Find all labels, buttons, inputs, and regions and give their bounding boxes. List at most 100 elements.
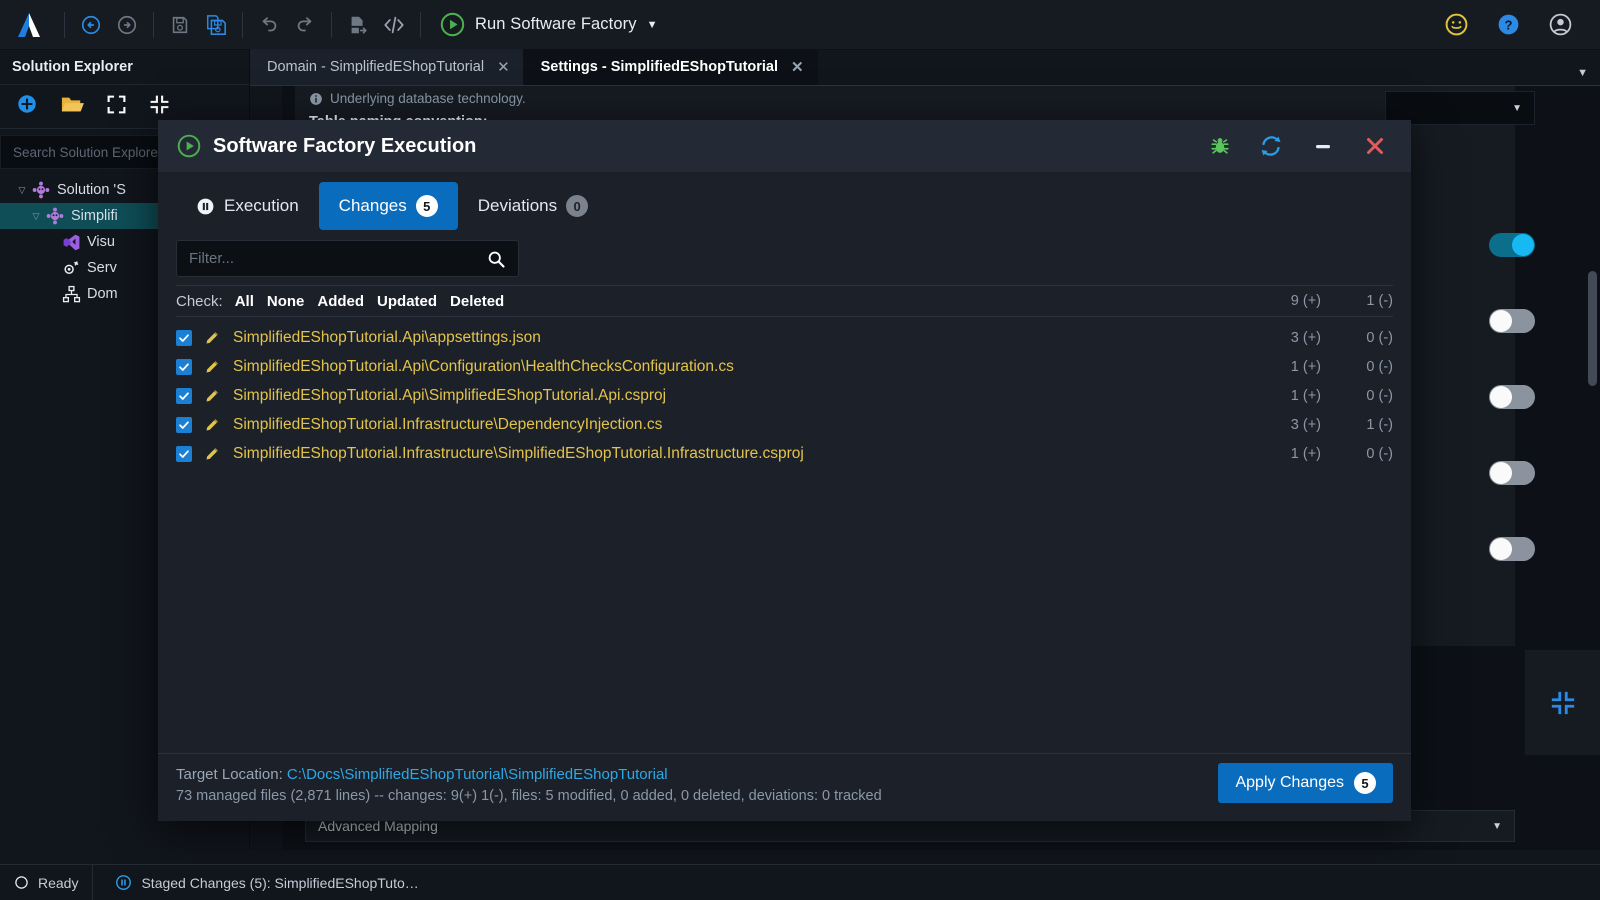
- apply-changes-label: Apply Changes: [1235, 774, 1344, 791]
- tab-deviations[interactable]: Deviations 0: [458, 182, 608, 230]
- arrow-left-circle-icon: [81, 15, 101, 34]
- code-brackets-icon: [384, 16, 404, 33]
- refresh-button[interactable]: [1259, 134, 1283, 158]
- table-row[interactable]: SimplifiedEShopTutorial.Api\Configuratio…: [176, 352, 1393, 381]
- code-button[interactable]: [376, 7, 412, 43]
- toolbar-divider-2: [153, 11, 154, 38]
- redo-icon: [297, 16, 312, 31]
- toolbar-divider-5: [420, 11, 421, 38]
- status-ready: Ready: [0, 875, 78, 891]
- open-folder-button[interactable]: [60, 93, 84, 120]
- collapse-all-icon: [150, 95, 169, 113]
- tab-changes[interactable]: Changes 5: [318, 182, 458, 230]
- help-button[interactable]: ?: [1490, 7, 1526, 43]
- save-button[interactable]: [162, 7, 198, 43]
- export-button[interactable]: [340, 7, 376, 43]
- debug-button[interactable]: [1209, 135, 1231, 157]
- check-updated-link[interactable]: Updated: [377, 293, 437, 310]
- tree-item-label: Solution 'S: [57, 182, 126, 198]
- save-icon: [172, 16, 188, 33]
- close-button[interactable]: [1363, 134, 1387, 158]
- tab-domain[interactable]: Domain - SimplifiedEShopTutorial ✕: [250, 49, 524, 85]
- dialog-titlebar: Software Factory Execution: [158, 120, 1411, 172]
- main-toolbar: Run Software Factory ▼ ?: [0, 0, 1600, 50]
- tree-item-label: Simplifi: [71, 208, 118, 224]
- file-removed-count: 1 (-): [1366, 416, 1393, 433]
- dialog-body: Execution Changes 5 Deviations 0 Filter.…: [158, 172, 1411, 821]
- apply-changes-button[interactable]: Apply Changes 5: [1218, 763, 1393, 803]
- feedback-button[interactable]: [1438, 7, 1474, 43]
- check-added-link[interactable]: Added: [317, 293, 364, 310]
- save-all-icon: [207, 14, 226, 35]
- status-ready-label: Ready: [38, 874, 79, 891]
- check-all-link[interactable]: All: [235, 293, 254, 310]
- pencil-icon: [204, 358, 224, 375]
- file-checkbox[interactable]: [176, 445, 192, 462]
- add-button[interactable]: [16, 93, 38, 120]
- status-staged-label: Staged Changes (5): SimplifiedEShopTuto…: [141, 874, 419, 891]
- file-added-count: 3 (+): [1290, 329, 1321, 346]
- status-staged-changes[interactable]: Staged Changes (5): SimplifiedEShopTuto…: [93, 874, 419, 891]
- status-bar: Ready Staged Changes (5): SimplifiedESho…: [0, 864, 1600, 900]
- play-circle-icon: [440, 12, 465, 37]
- tab-label: Domain - SimplifiedEShopTutorial: [267, 59, 485, 75]
- open-folder-icon: [61, 97, 84, 112]
- file-checkbox[interactable]: [176, 387, 192, 404]
- tabstrip-overflow-icon[interactable]: ▼: [1577, 67, 1600, 85]
- redo-button[interactable]: [287, 7, 323, 43]
- table-row[interactable]: SimplifiedEShopTutorial.Infrastructure\D…: [176, 410, 1393, 439]
- collapse-all-button[interactable]: [149, 94, 170, 120]
- forward-button[interactable]: [109, 7, 145, 43]
- arrow-right-circle-icon: [117, 15, 137, 34]
- chevron-down-icon[interactable]: ▽: [28, 211, 44, 222]
- check-none-link[interactable]: None: [267, 293, 305, 310]
- file-added-count: 1 (+): [1290, 358, 1321, 375]
- chevron-down-icon: ▼: [1492, 820, 1502, 832]
- run-software-factory-button[interactable]: Run Software Factory ▼: [439, 11, 657, 38]
- file-checkbox[interactable]: [176, 416, 192, 433]
- dialog-title: Software Factory Execution: [213, 134, 477, 157]
- toggle-5[interactable]: [1489, 537, 1535, 561]
- back-button[interactable]: [73, 7, 109, 43]
- settings-toggle-column: [1489, 86, 1535, 561]
- table-row[interactable]: SimplifiedEShopTutorial.Api\SimplifiedES…: [176, 381, 1393, 410]
- feedback-smiley-icon: [1445, 13, 1467, 36]
- undo-button[interactable]: [251, 7, 287, 43]
- account-button[interactable]: [1542, 7, 1578, 43]
- tab-changes-badge: 5: [415, 195, 438, 217]
- toolbar-divider-4: [331, 11, 332, 38]
- check-deleted-link[interactable]: Deleted: [450, 293, 504, 310]
- toggle-3[interactable]: [1489, 385, 1535, 409]
- collapse-all-icon[interactable]: [1550, 690, 1576, 716]
- expand-all-button[interactable]: [106, 94, 127, 120]
- toggle-4[interactable]: [1489, 461, 1535, 485]
- tab-settings[interactable]: Settings - SimplifiedEShopTutorial ✕: [523, 49, 818, 85]
- editor-scrollbar-thumb[interactable]: [1588, 271, 1597, 386]
- toggle-2[interactable]: [1489, 309, 1535, 333]
- chevron-down-icon[interactable]: ▼: [647, 19, 658, 31]
- debug-bug-icon: [1211, 138, 1229, 154]
- minimize-button[interactable]: [1311, 134, 1335, 158]
- target-location-path[interactable]: C:\Docs\SimplifiedEShopTutorial\Simplifi…: [287, 766, 668, 783]
- close-icon[interactable]: ✕: [791, 58, 804, 76]
- close-icon[interactable]: ✕: [497, 58, 510, 76]
- toolbar-divider-3: [242, 11, 243, 38]
- expand-all-icon: [107, 95, 126, 113]
- toggle-1[interactable]: [1489, 233, 1535, 257]
- chevron-down-icon[interactable]: ▽: [14, 185, 30, 196]
- filter-input[interactable]: [189, 250, 486, 267]
- table-row[interactable]: SimplifiedEShopTutorial.Api\appsettings.…: [176, 323, 1393, 352]
- filter-bar: [176, 240, 519, 277]
- application-window: Run Software Factory ▼ ? Solution Explor…: [0, 0, 1600, 900]
- tab-execution[interactable]: Execution: [176, 182, 319, 230]
- services-icon: [60, 259, 82, 278]
- file-checkbox[interactable]: [176, 329, 192, 346]
- search-icon[interactable]: [486, 249, 506, 269]
- database-hint-label: Underlying database technology.: [330, 91, 526, 106]
- file-checkbox[interactable]: [176, 358, 192, 375]
- file-added-count: 1 (+): [1290, 445, 1321, 462]
- pencil-icon: [204, 329, 224, 346]
- save-all-button[interactable]: [198, 7, 234, 43]
- pencil-icon: [204, 416, 224, 433]
- table-row[interactable]: SimplifiedEShopTutorial.Infrastructure\S…: [176, 439, 1393, 468]
